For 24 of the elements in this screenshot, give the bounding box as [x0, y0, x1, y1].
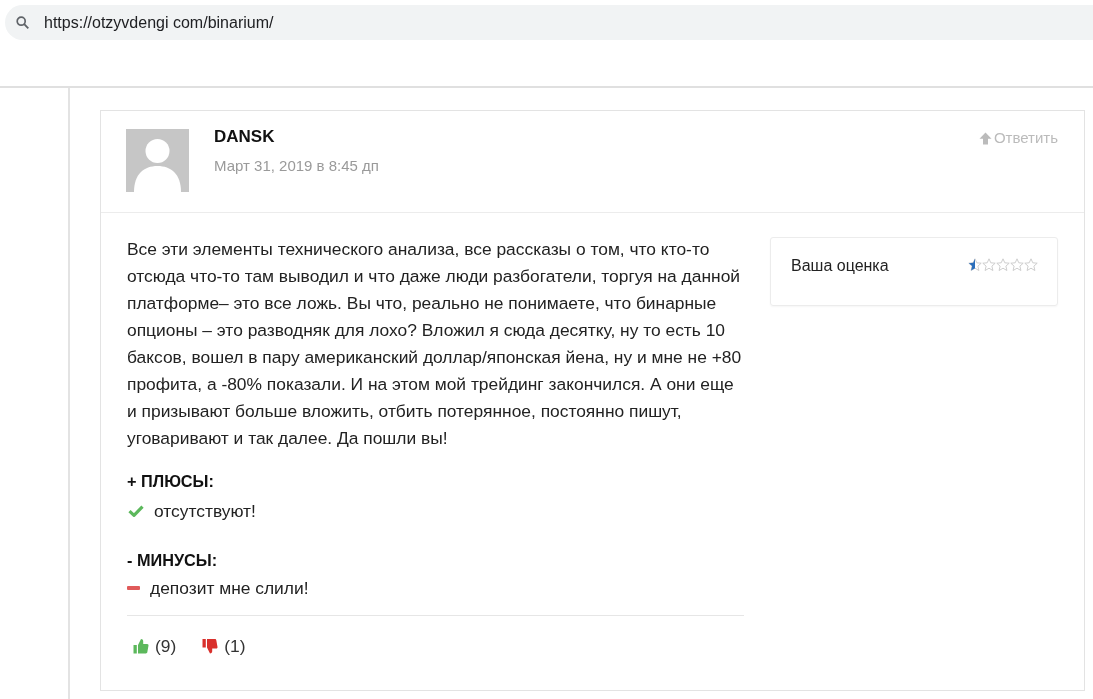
like-button[interactable]: (9)	[133, 634, 177, 658]
avatar-icon	[126, 129, 189, 192]
address-bar[interactable]: https://otzyvdengi com/binarium/	[5, 5, 1093, 40]
pros-item: отсутствуют!	[154, 500, 256, 523]
star-icon[interactable]	[968, 258, 982, 272]
cons-item: депозит мне слили!	[150, 577, 309, 600]
star-icon[interactable]	[1010, 258, 1024, 272]
section-heading: - МИНУСЫ:	[127, 550, 219, 571]
arrow-up-icon	[978, 131, 992, 145]
dislike-button[interactable]: (1)	[202, 634, 246, 658]
thumbs-down-icon	[202, 638, 219, 654]
star-rating[interactable]	[968, 258, 1038, 272]
minus-icon	[127, 586, 140, 590]
star-icon[interactable]	[1024, 258, 1038, 272]
section-heading: + ПЛЮСЫ:	[127, 471, 215, 492]
comment-text: Все эти элементы технического анализа, все рассказы о том, что кто-то отсюда что-то там выводил и что даже люди разбогатели, торгуя на данной платформе– это все ложь. Вы что, реально не понимаете, что бинарные опционы – это разводняк для лохо? Вложил я сюда десятку, ну то есть 10 баксов, вошел в пару американский доллар/японская йена, ну и мне не +80 профита, а -80% показали. И на этом мой трейдинг закончился. А они еще и призывают больше вложить, отбить потерянное, постоянно пишут, уговаривают и так далее. Да пошли вы!	[127, 238, 743, 450]
star-icon[interactable]	[996, 258, 1010, 272]
rating-label: Ваша оценка	[791, 256, 889, 276]
author-name: DANSK	[214, 126, 276, 148]
comment-date: Март 31, 2019 в 8:45 дп	[214, 156, 379, 176]
search-icon	[16, 16, 29, 29]
thumbs-up-icon	[133, 638, 149, 654]
check-icon	[128, 505, 144, 517]
star-icon[interactable]	[982, 258, 996, 272]
